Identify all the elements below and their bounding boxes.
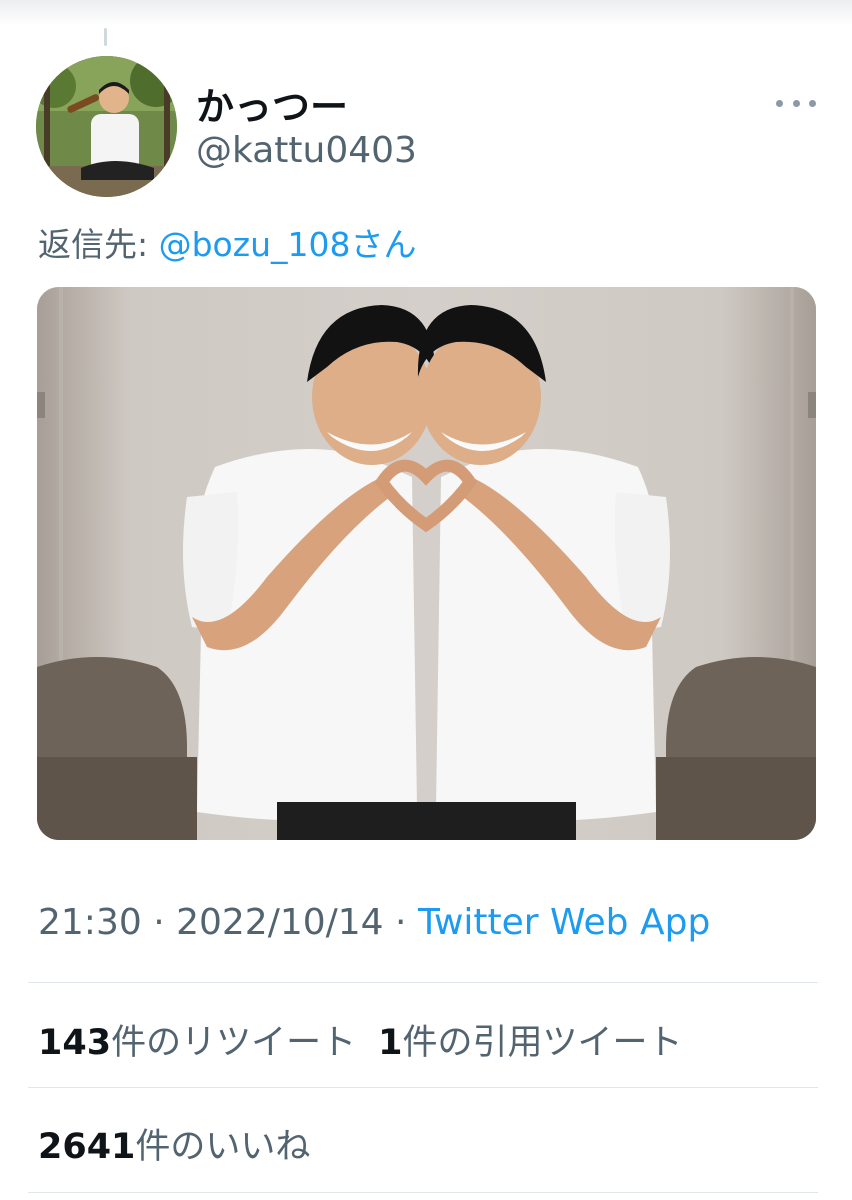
more-dot (776, 99, 783, 107)
retweet-count: 143 (38, 1023, 112, 1063)
more-horizontal-icon[interactable] (776, 88, 816, 118)
tweet-time[interactable]: 21:30 (38, 902, 142, 943)
reply-prefix: 返信先: (38, 225, 159, 264)
quote-tweets-stat[interactable]: 1件の引用ツイート (378, 1023, 682, 1063)
divider (28, 982, 818, 983)
quote-count: 1 (378, 1023, 403, 1063)
tweet-timestamp: 21:30 · 2022/10/14 · Twitter Web App (38, 902, 710, 943)
meta-separator: · (383, 902, 418, 943)
mirrored-portrait-photo (37, 287, 816, 840)
like-count: 2641 (38, 1127, 136, 1167)
tweet-source-link[interactable]: Twitter Web App (418, 902, 710, 943)
tweet-date[interactable]: 2022/10/14 (176, 902, 384, 943)
quote-label: 件の引用ツイート (402, 1023, 683, 1063)
user-handle[interactable]: @kattu0403 (196, 130, 417, 171)
more-dot (792, 99, 800, 107)
divider (28, 1087, 818, 1088)
display-name[interactable]: かっつー (196, 76, 348, 131)
tweet-photo[interactable] (37, 287, 816, 840)
more-dot (809, 99, 816, 107)
reply-context: 返信先: @bozu_108さん (38, 218, 416, 266)
meta-separator: · (141, 902, 177, 943)
likes-row: 2641件のいいね (38, 1118, 310, 1169)
thread-connector-line (104, 28, 107, 46)
retweets-stat[interactable]: 143件のリツイート (38, 1023, 356, 1063)
avatar[interactable] (36, 56, 177, 197)
reply-mention-link[interactable]: @bozu_108さん (159, 225, 417, 264)
engagement-stats: 143件のリツイート 1件の引用ツイート (38, 1014, 682, 1065)
like-label: 件のいいね (135, 1127, 311, 1167)
avatar-photo (36, 56, 177, 197)
divider (28, 1192, 818, 1193)
likes-stat[interactable]: 2641件のいいね (38, 1127, 310, 1167)
retweet-label: 件のリツイート (111, 1023, 357, 1063)
top-fade (0, 0, 852, 26)
